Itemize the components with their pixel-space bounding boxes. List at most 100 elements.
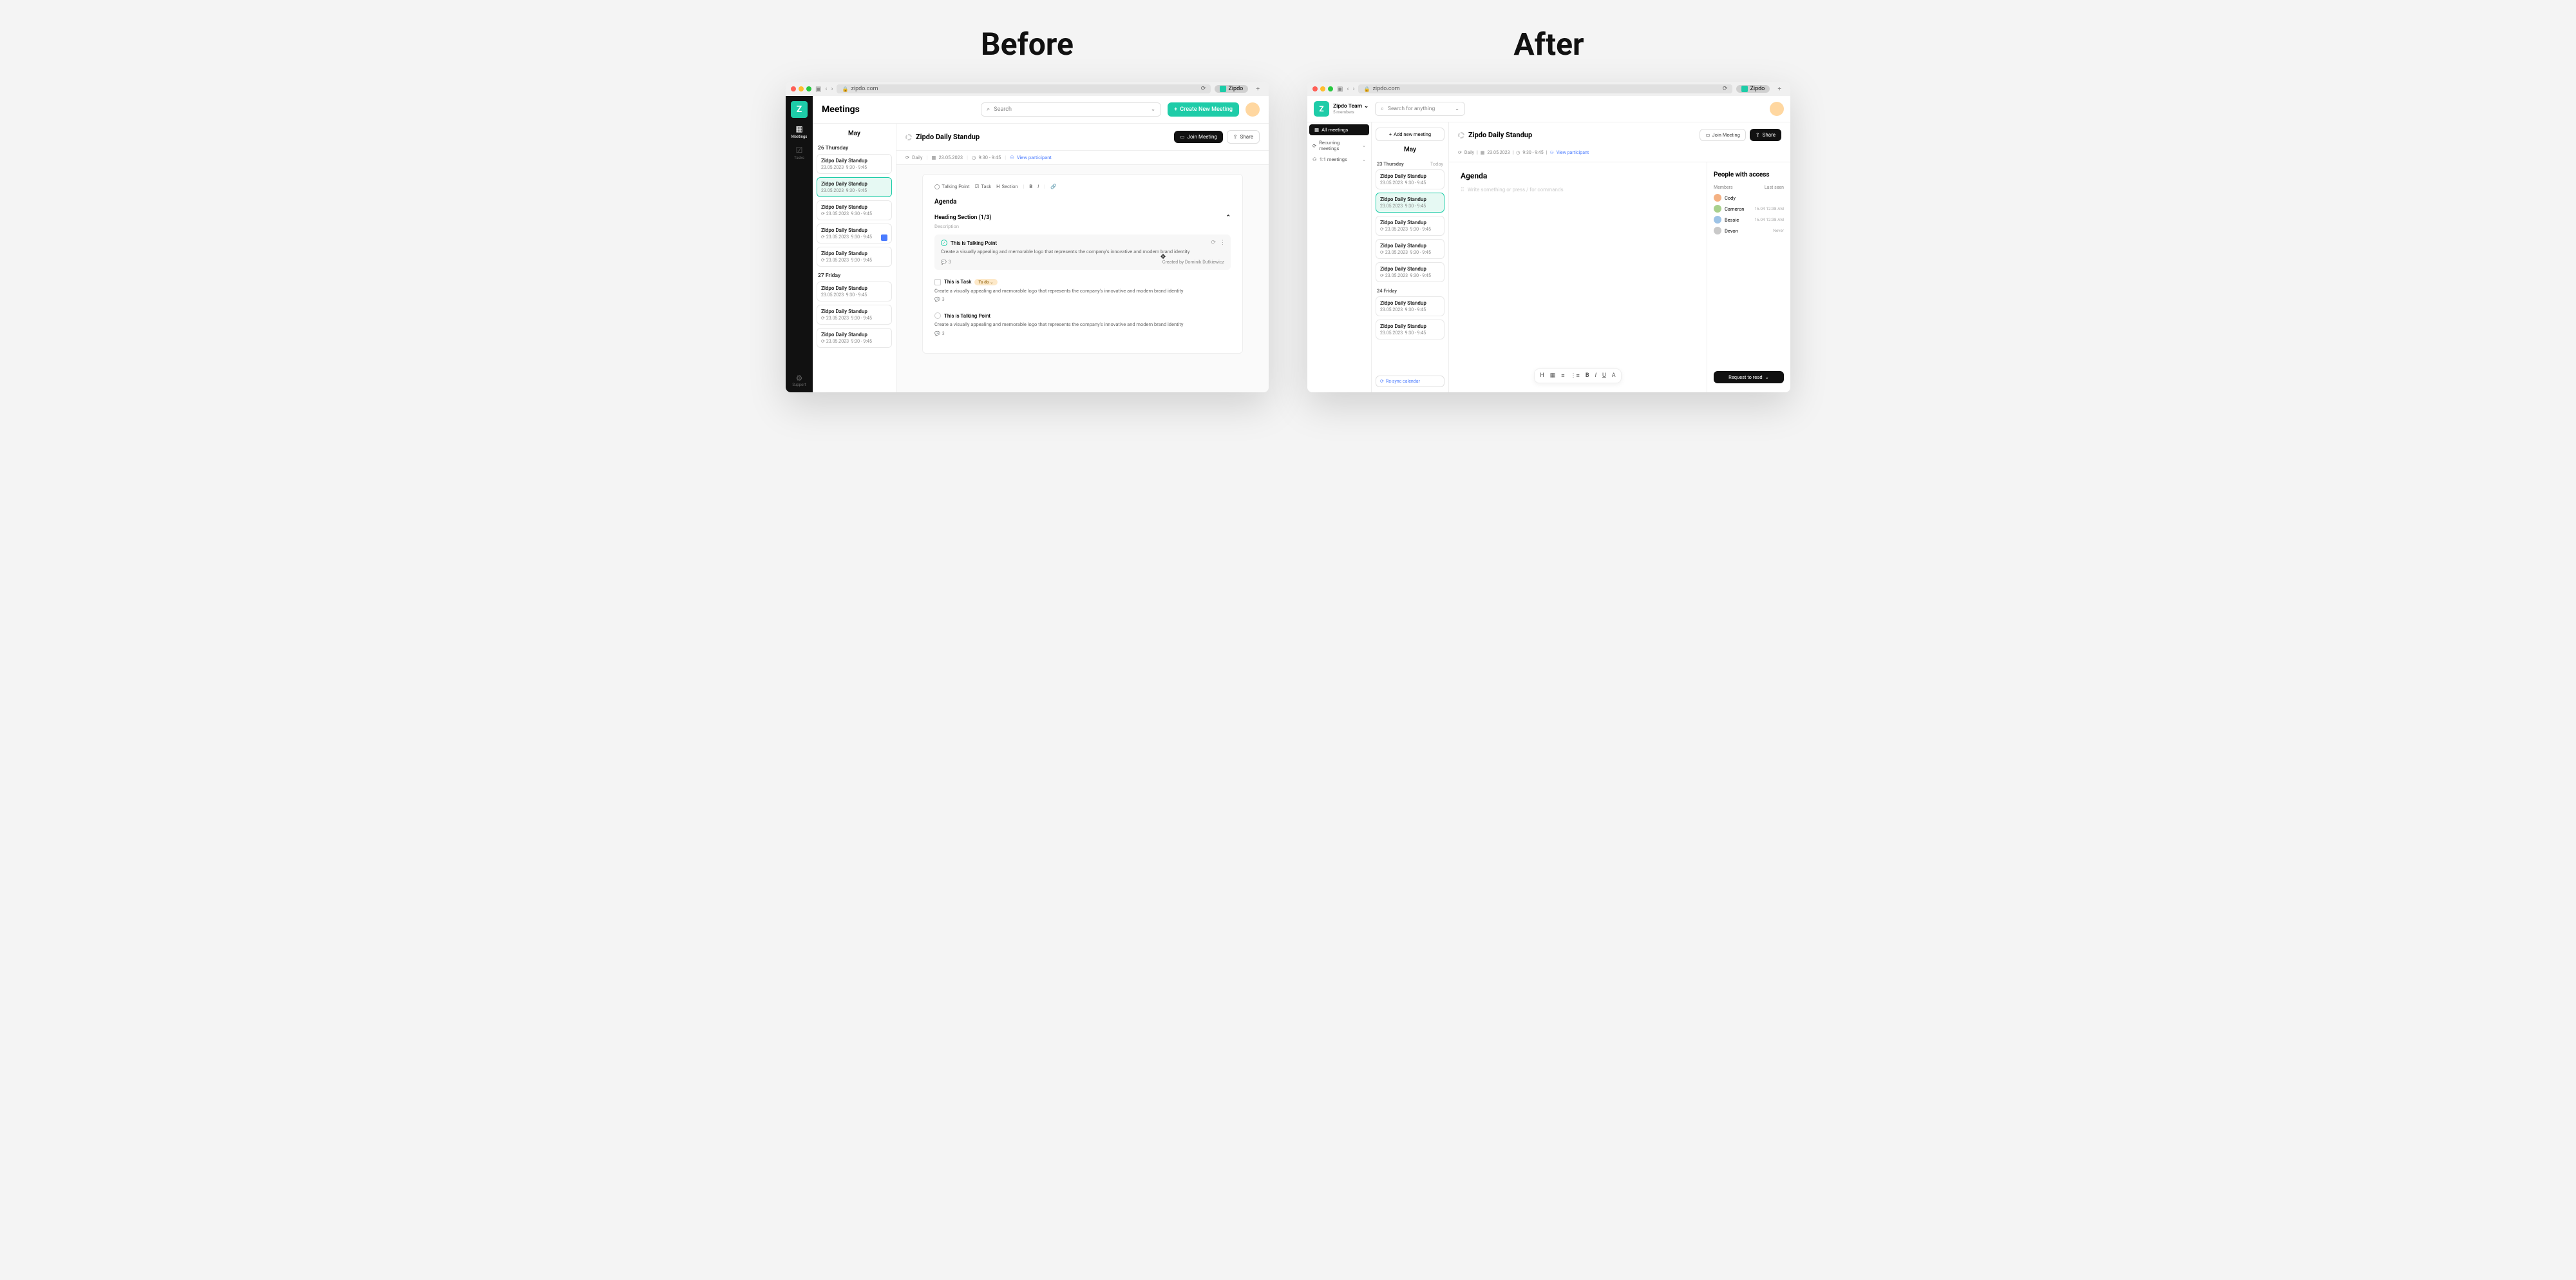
talking-point[interactable]: ✓This is Talking Point Create a visually… [934,310,1231,339]
minimize-dot[interactable] [1320,86,1325,91]
meeting-card[interactable]: Zidpo Daily Standup ⟳23.05.2023 9:30 - 9… [1376,216,1444,236]
maximize-dot[interactable] [806,86,811,91]
more-icon[interactable]: ⋮ [1220,240,1226,246]
meeting-card[interactable]: Zidpo Daily Standup ⟳23.05.2023 9:30 - 9… [1376,262,1444,282]
url-bar[interactable]: 🔒 zipdo.com ⟳ [837,84,1211,93]
window-controls[interactable] [1312,86,1333,91]
category-one-on-one[interactable]: ⚇ 1:1 meetings ⌄ [1307,154,1371,165]
text-color-icon[interactable]: A [1612,372,1616,379]
search-input[interactable]: ⌕ Search for anything ⌄ [1375,102,1465,116]
view-participant-link[interactable]: View participant [1017,155,1052,160]
meeting-card[interactable]: Zidpo Daily Standup 23.05.2023 9:30 - 9:… [1376,296,1444,316]
person-row[interactable]: Cody [1714,194,1784,202]
url-bar[interactable]: 🔒 zipdo.com ⟳ [1358,84,1732,93]
new-tab-icon[interactable]: + [1774,86,1785,93]
bold-icon[interactable]: B [1029,184,1032,189]
comment-count[interactable]: 💬 3 [941,260,951,265]
close-dot[interactable] [791,86,796,91]
sidebar-toggle-icon[interactable]: ▣ [815,86,821,93]
meeting-card[interactable]: Zidpo Daily Standup ⟳23.05.2023 9:30 - 9… [817,247,892,267]
join-meeting-button[interactable]: ▭ Join Meeting [1174,131,1223,143]
back-icon[interactable]: ‹ [1347,86,1349,93]
section-header[interactable]: Heading Section (1/3) ⌃ [934,212,1231,224]
meeting-card[interactable]: Zidpo Daily Standup 23.05.2023 9:30 - 9:… [817,177,892,197]
meeting-title: Zipdo Daily Standup [916,133,980,141]
refresh-icon[interactable]: ⟳ [1201,86,1206,92]
task-checkbox[interactable] [934,279,941,285]
refresh-icon[interactable]: ⟳ [1723,86,1728,92]
forward-icon[interactable]: › [831,86,833,93]
person-row[interactable]: Cameron 16.04 12:38 AM [1714,205,1784,213]
toolbar-talking-point[interactable]: ◯Talking Point [934,184,970,189]
meeting-card[interactable]: Zidpo Daily Standup ⟳23.05.2023 9:30 - 9… [817,328,892,348]
meeting-card-title: Zidpo Daily Standup [821,181,887,187]
search-input[interactable]: ⌕ Search ⌄ [981,102,1161,117]
category-all[interactable]: ▦ All meetings [1309,124,1369,135]
meeting-card[interactable]: Zidpo Daily Standup ⟳23.05.2023 9:30 - 9… [1376,239,1444,259]
view-participant-link[interactable]: View participant [1557,150,1589,155]
check-icon[interactable]: ✓ [934,312,941,319]
italic-icon[interactable]: I [1595,372,1596,379]
site-badge[interactable]: Zipdo [1736,85,1770,93]
share-button[interactable]: ⇪ Share [1227,130,1260,144]
avatar[interactable] [1770,102,1784,116]
add-meeting-button[interactable]: + Add new meeting [1376,128,1444,141]
person-row[interactable]: Bessie 16.04 12:38 AM [1714,216,1784,224]
image-icon[interactable]: ▦ [1550,372,1556,379]
comment-count[interactable]: 💬 3 [934,297,945,302]
meeting-card[interactable]: Zidpo Daily Standup 23.05.2023 9:30 - 9:… [1376,169,1444,189]
chevron-up-icon[interactable]: ⌃ [1226,215,1231,221]
editor-placeholder[interactable]: ⠿ Write something or press / for command… [1461,187,1695,193]
meeting-card[interactable]: Zidpo Daily Standup ⟳23.05.2023 9:30 - 9… [817,224,892,244]
request-to-read-button[interactable]: Request to read ⌄ [1714,371,1784,383]
search-placeholder: Search for anything [1388,106,1435,112]
editor[interactable]: Agenda ⠿ Write something or press / for … [1449,162,1707,392]
close-dot[interactable] [1312,86,1318,91]
heading-icon[interactable]: H [1540,372,1544,379]
meeting-card[interactable]: Zidpo Daily Standup 23.05.2023 9:30 - 9:… [1376,320,1444,339]
italic-icon[interactable]: I [1037,184,1039,189]
toolbar-task[interactable]: ☑Task [975,184,992,189]
meeting-card[interactable]: Zidpo Daily Standup ⟳23.05.2023 9:30 - 9… [817,200,892,220]
rail-meetings[interactable]: ▦ Meetings [791,124,808,139]
person-row[interactable]: Devon Never [1714,227,1784,234]
recur-icon: ⟳ [821,316,825,321]
rail-tasks[interactable]: ☑ Tasks [794,146,804,160]
underline-icon[interactable]: U [1602,372,1606,379]
minimize-dot[interactable] [799,86,804,91]
back-icon[interactable]: ‹ [825,86,827,93]
rail-support[interactable]: ⚙ Support [792,374,806,387]
task-item[interactable]: This is Task To do ⌄ Create a visually a… [934,276,1231,305]
sidebar-toggle-icon[interactable]: ▣ [1337,86,1343,93]
team-selector[interactable]: Z Zipdo Team ⌄ 5 members [1314,101,1368,117]
maximize-dot[interactable] [1328,86,1333,91]
bold-icon[interactable]: B [1586,372,1589,379]
toolbar-section[interactable]: HSection [996,184,1018,189]
meeting-card[interactable]: Zidpo Daily Standup 23.05.2023 9:30 - 9:… [817,282,892,301]
meeting-card[interactable]: Zidpo Daily Standup 23.05.2023 9:30 - 9:… [817,154,892,174]
resync-calendar-button[interactable]: ⟳ Re-sync calendar [1376,376,1444,387]
link-icon[interactable]: 🔗 [1050,184,1056,189]
window-controls[interactable] [791,86,811,91]
share-button[interactable]: ⇪ Share [1750,129,1781,141]
check-icon[interactable]: ✓ [941,240,947,246]
meeting-card-meta: ⟳23.05.2023 9:30 - 9:45 [1380,273,1440,278]
new-tab-icon[interactable]: + [1252,86,1264,93]
repeat-icon[interactable]: ⟳ [1211,240,1216,246]
last-seen-label: Last seen [1765,185,1784,190]
join-meeting-button[interactable]: ▭ Join Meeting [1700,129,1745,141]
task-status-tag[interactable]: To do ⌄ [974,279,997,285]
meeting-card[interactable]: Zidpo Daily Standup 23.05.2023 9:30 - 9:… [1376,193,1444,213]
meeting-card[interactable]: Zidpo Daily Standup ⟳23.05.2023 9:30 - 9… [817,305,892,325]
numbered-list-icon[interactable]: ⋮≡ [1571,372,1580,379]
site-badge[interactable]: Zipdo [1215,85,1248,93]
app-logo[interactable]: Z [791,101,808,118]
category-recurring[interactable]: ⟳ Recurring meetings ⌄ [1307,137,1371,154]
talking-point[interactable]: ⟳⋮ ✓This is Talking Point Create a visua… [934,234,1231,270]
list-icon[interactable]: ≡ [1561,372,1564,379]
comment-count[interactable]: 💬 3 [934,331,945,336]
forward-icon[interactable]: › [1352,86,1354,93]
lock-icon: 🔒 [842,86,848,92]
create-meeting-button[interactable]: + Create New Meeting [1168,102,1239,117]
avatar[interactable] [1245,102,1260,117]
